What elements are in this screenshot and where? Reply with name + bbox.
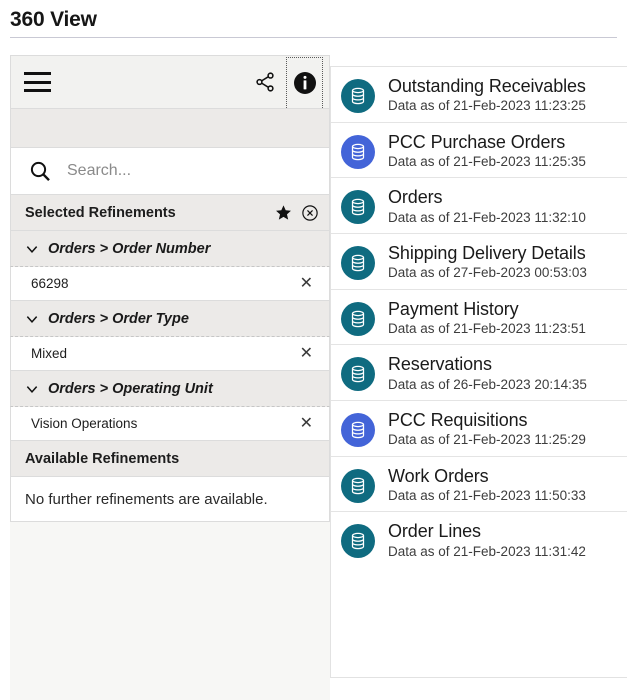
- data-source-item[interactable]: Payment History Data as of 21-Feb-2023 11…: [331, 290, 627, 346]
- data-source-text: Outstanding Receivables Data as of 21-Feb…: [388, 76, 586, 114]
- data-source-item[interactable]: Work Orders Data as of 21-Feb-2023 11:50:…: [331, 457, 627, 513]
- database-icon: [341, 524, 375, 559]
- remove-icon[interactable]: ✕: [296, 274, 317, 294]
- database-icon: [341, 357, 375, 392]
- data-source-text: Shipping Delivery Details Data as of 27-F…: [388, 243, 587, 281]
- refinement-group-label: Orders > Order Number: [48, 240, 211, 257]
- data-source-timestamp: Data as of 21-Feb-2023 11:25:29: [388, 432, 586, 448]
- data-source-item[interactable]: PCC Purchase Orders Data as of 21-Feb-202…: [331, 123, 627, 179]
- panel-subheader-band: [10, 108, 330, 148]
- database-icon: [341, 413, 375, 448]
- available-refinements-empty: No further refinements are available.: [10, 477, 330, 522]
- data-source-timestamp: Data as of 27-Feb-2023 00:53:03: [388, 265, 587, 281]
- data-source-name: Orders: [388, 187, 443, 208]
- database-icon: [341, 246, 375, 281]
- selected-refinements-header: Selected Refinements: [10, 195, 330, 231]
- data-source-item[interactable]: Reservations Data as of 26-Feb-2023 20:14…: [331, 345, 627, 402]
- data-source-timestamp: Data as of 21-Feb-2023 11:23:51: [388, 320, 586, 336]
- available-refinements-title: Available Refinements: [25, 450, 180, 467]
- database-icon: [341, 134, 375, 169]
- refinement-value-label: 66298: [31, 276, 69, 291]
- data-source-name: Work Orders: [388, 465, 489, 486]
- chevron-down-icon: [25, 242, 39, 256]
- refinement-group[interactable]: Orders > Order Type: [10, 301, 330, 337]
- refinement-group[interactable]: Orders > Operating Unit: [10, 371, 330, 407]
- data-source-name: Reservations: [388, 354, 492, 375]
- database-icon: [341, 79, 375, 113]
- chevron-down-icon: [25, 382, 39, 396]
- share-icon[interactable]: [248, 65, 282, 99]
- page-title: 360 View: [10, 8, 97, 31]
- data-source-timestamp: Data as of 21-Feb-2023 11:32:10: [388, 209, 586, 225]
- data-source-item[interactable]: Shipping Delivery Details Data as of 27-F…: [331, 234, 627, 290]
- database-icon: [341, 301, 375, 336]
- refinement-group[interactable]: Orders > Order Number: [10, 231, 330, 267]
- data-source-name: Outstanding Receivables: [388, 76, 586, 96]
- app-root: 360 View Search... Selected Refinements …: [0, 0, 627, 700]
- refinement-value-row[interactable]: Mixed ✕: [10, 337, 330, 371]
- data-source-text: Reservations Data as of 26-Feb-2023 20:14…: [388, 354, 587, 392]
- available-refinements-empty-message: No further refinements are available.: [25, 490, 268, 508]
- data-source-name: PCC Purchase Orders: [388, 131, 566, 152]
- data-source-name: Shipping Delivery Details: [388, 243, 586, 264]
- database-icon: [341, 190, 375, 225]
- data-source-item[interactable]: Order Lines Data as of 21-Feb-2023 11:31:…: [331, 512, 627, 567]
- star-icon[interactable]: [275, 204, 292, 221]
- data-source-text: Work Orders Data as of 21-Feb-2023 11:50:…: [388, 466, 586, 504]
- remove-icon[interactable]: ✕: [296, 414, 317, 434]
- refinement-value-label: Vision Operations: [31, 416, 138, 431]
- data-source-text: Orders Data as of 21-Feb-2023 11:32:10: [388, 187, 586, 225]
- database-icon: [341, 468, 375, 503]
- data-sources-list: Outstanding Receivables Data as of 21-Feb…: [330, 66, 627, 678]
- panel-toolbar: [10, 55, 330, 108]
- data-source-timestamp: Data as of 26-Feb-2023 20:14:35: [388, 376, 587, 392]
- info-icon: [293, 71, 316, 94]
- data-source-timestamp: Data as of 21-Feb-2023 11:23:25: [388, 98, 586, 114]
- clear-all-icon[interactable]: [301, 204, 319, 222]
- data-source-text: PCC Requisitions Data as of 21-Feb-2023 1…: [388, 410, 586, 448]
- search-row: [10, 148, 330, 195]
- data-source-name: PCC Requisitions: [388, 410, 528, 431]
- hamburger-menu-icon[interactable]: [24, 72, 51, 92]
- data-source-timestamp: Data as of 21-Feb-2023 11:50:33: [388, 487, 586, 503]
- data-source-item[interactable]: Outstanding Receivables Data as of 21-Feb…: [331, 67, 627, 123]
- data-source-text: PCC Purchase Orders Data as of 21-Feb-202…: [388, 132, 586, 170]
- data-source-item[interactable]: Orders Data as of 21-Feb-2023 11:32:10: [331, 178, 627, 235]
- refinements-panel: Selected Refinements: [10, 55, 330, 700]
- refinement-group-label: Orders > Order Type: [48, 310, 189, 327]
- refinement-value-row[interactable]: Vision Operations ✕: [10, 407, 330, 441]
- refinement-group-label: Orders > Operating Unit: [48, 380, 213, 397]
- search-input[interactable]: [67, 162, 319, 180]
- chevron-down-icon: [25, 312, 39, 326]
- data-source-name: Order Lines: [388, 521, 481, 542]
- data-source-timestamp: Data as of 21-Feb-2023 11:31:42: [388, 543, 586, 559]
- remove-icon[interactable]: ✕: [296, 344, 317, 364]
- data-source-text: Payment History Data as of 21-Feb-2023 11…: [388, 299, 586, 337]
- data-source-name: Payment History: [388, 298, 519, 319]
- data-source-timestamp: Data as of 21-Feb-2023 11:25:35: [388, 153, 586, 169]
- available-refinements-header: Available Refinements: [10, 441, 330, 477]
- data-source-text: Order Lines Data as of 21-Feb-2023 11:31:…: [388, 521, 586, 559]
- info-button[interactable]: [286, 56, 323, 108]
- selected-refinements-title: Selected Refinements: [25, 204, 176, 221]
- data-source-item[interactable]: PCC Requisitions Data as of 21-Feb-2023 1…: [331, 401, 627, 457]
- refinement-value-row[interactable]: 66298 ✕: [10, 267, 330, 301]
- search-icon: [27, 159, 53, 183]
- title-divider: [10, 37, 617, 38]
- refinement-value-label: Mixed: [31, 346, 68, 361]
